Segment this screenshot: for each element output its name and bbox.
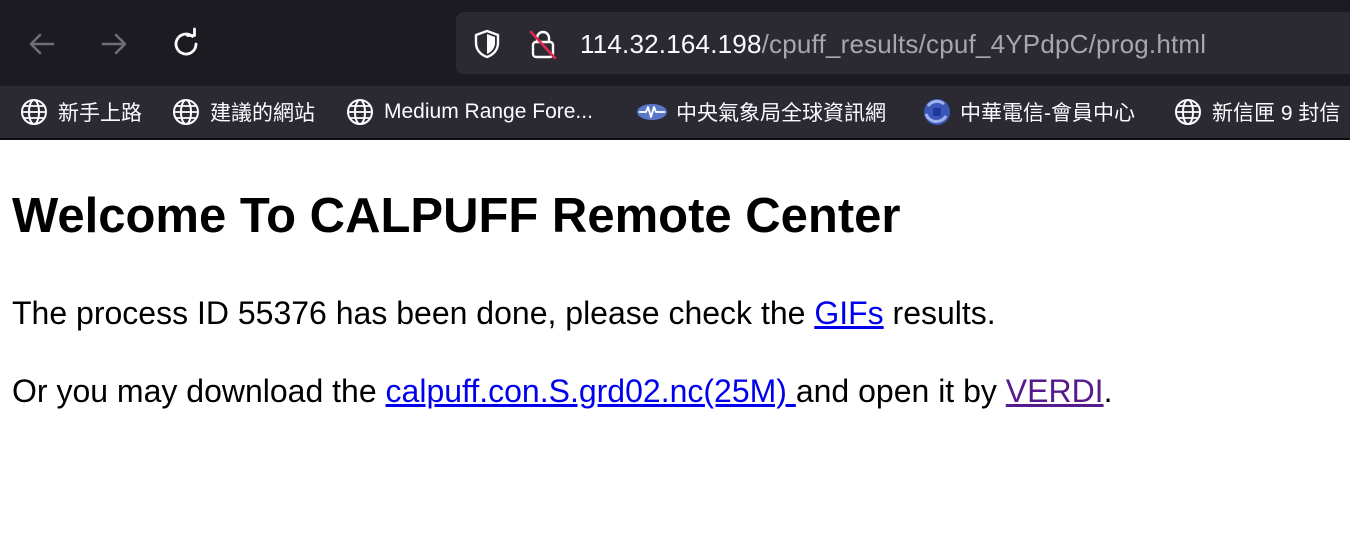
bookmark-label: 新手上路 <box>58 102 142 125</box>
back-button[interactable] <box>20 22 64 66</box>
reload-icon <box>174 27 198 56</box>
bookmarks-toolbar: 新手上路 建議的網站 Medium Range Fore... 中央氣象局全球資… <box>0 86 1350 138</box>
bookmark-item[interactable]: 新手上路 <box>18 94 142 130</box>
verdi-link[interactable]: VERDI <box>1006 373 1104 409</box>
status-text-end: results. <box>883 295 996 331</box>
bookmark-item[interactable]: 新信匣 9 封信 <box>1172 94 1340 130</box>
bookmark-label: Medium Range Fore... <box>384 100 593 123</box>
url-path: /cpuff_results/cpuf_4YPdpC/prog.html <box>761 29 1207 59</box>
url-host: 114.32.164.198 <box>580 29 762 59</box>
bookmark-label: 中央氣象局全球資訊網 <box>676 102 886 125</box>
bookmark-label: 新信匣 9 封信 <box>1212 102 1341 125</box>
bookmark-item[interactable]: 中央氣象局全球資訊網 <box>636 94 886 130</box>
forward-button[interactable] <box>92 22 136 66</box>
globe-icon <box>170 96 202 128</box>
browser-toolbar: 114.32.164.198/cpuff_results/cpuf_4YPdpC… <box>0 0 1350 86</box>
bookmark-label: 中華電信-會員中心 <box>960 102 1135 125</box>
page-title: Welcome To CALPUFF Remote Center <box>12 189 901 243</box>
insecure-lock-icon[interactable] <box>526 27 560 61</box>
arrow-right-icon <box>101 33 127 55</box>
globe-icon <box>1172 96 1204 128</box>
bookmark-item[interactable]: 建議的網站 <box>170 94 315 130</box>
globe-icon <box>344 96 376 128</box>
download-text-end: . <box>1103 373 1113 409</box>
tracking-protection-shield-icon[interactable] <box>470 27 504 61</box>
status-text: The process ID 55376 has been done, plea… <box>12 295 815 331</box>
gifs-link[interactable]: GIFs <box>814 295 883 331</box>
download-text-middle: and open it by <box>795 373 1006 409</box>
cht-logo-icon <box>920 96 952 128</box>
bookmark-item[interactable]: Medium Range Fore... <box>344 94 593 130</box>
globe-icon <box>18 96 50 128</box>
download-text: Or you may download the <box>12 373 386 409</box>
bookmark-label: 建議的網站 <box>210 102 315 125</box>
download-paragraph: Or you may download the calpuff.con.S.gr… <box>12 371 1112 411</box>
arrow-left-icon <box>29 33 55 55</box>
url-text[interactable]: 114.32.164.198/cpuff_results/cpuf_4YPdpC… <box>580 28 1206 60</box>
bookmark-item[interactable]: 中華電信-會員中心 <box>920 94 1135 130</box>
reload-button[interactable] <box>164 22 208 66</box>
cwb-logo-icon <box>636 96 668 128</box>
url-bar[interactable]: 114.32.164.198/cpuff_results/cpuf_4YPdpC… <box>456 12 1350 74</box>
download-nc-link[interactable]: calpuff.con.S.grd02.nc(25M) <box>386 373 796 409</box>
browser-chrome: 114.32.164.198/cpuff_results/cpuf_4YPdpC… <box>0 0 1350 140</box>
chrome-divider <box>0 138 1350 140</box>
status-paragraph: The process ID 55376 has been done, plea… <box>12 293 996 333</box>
